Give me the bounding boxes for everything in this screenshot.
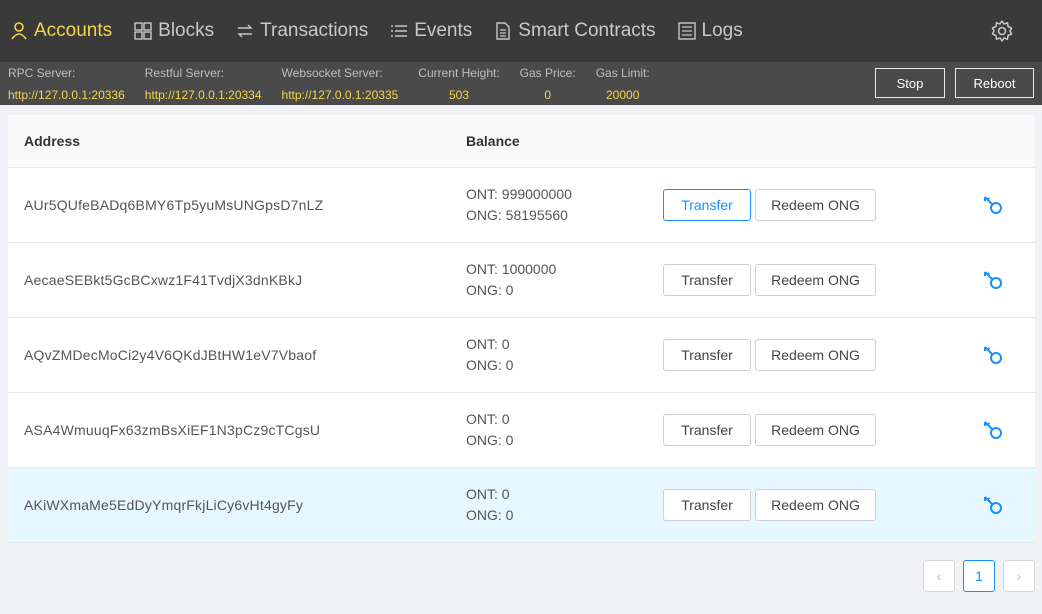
- gas-price-label: Gas Price:: [519, 66, 576, 80]
- websocket-server-label: Websocket Server:: [281, 66, 383, 80]
- transfer-button[interactable]: Transfer: [663, 339, 751, 371]
- websocket-server-value: http://127.0.0.1:20335: [281, 88, 399, 102]
- prev-page-button[interactable]: ‹: [923, 560, 955, 592]
- table-row: AecaeSEBkt5GcBCxwz1F41TvdjX3dnKBkJ ONT: …: [8, 243, 1035, 318]
- chevron-right-icon: ›: [1016, 568, 1022, 584]
- ong-balance: ONG: 0: [466, 507, 514, 523]
- rpc-server-value: http://127.0.0.1:20336: [8, 88, 125, 102]
- account-balance: ONT: 999000000 ONG: 58195560: [466, 184, 663, 226]
- table-row: AUr5QUfeBADq6BMY6Tp5yuMsUNGpsD7nLZ ONT: …: [8, 168, 1035, 243]
- redeem-ong-button[interactable]: Redeem ONG: [755, 339, 876, 371]
- ont-balance: ONT: 0: [466, 336, 510, 352]
- gas-limit-label: Gas Limit:: [595, 66, 650, 80]
- ont-balance: ONT: 1000000: [466, 261, 557, 277]
- gas-limit-value: 20000: [606, 88, 640, 102]
- top-navigation: Accounts Blocks Transactions Events Smar…: [0, 0, 1042, 62]
- nav-blocks[interactable]: Blocks: [134, 0, 226, 62]
- redeem-ong-button[interactable]: Redeem ONG: [755, 264, 876, 296]
- nav-smart-contracts-label: Smart Contracts: [518, 20, 656, 41]
- account-address: AUr5QUfeBADq6BMY6Tp5yuMsUNGpsD7nLZ: [24, 197, 324, 213]
- nav-transactions[interactable]: Transactions: [236, 0, 380, 62]
- transfer-button[interactable]: Transfer: [663, 189, 751, 221]
- account-address: AecaeSEBkt5GcBCxwz1F41TvdjX3dnKBkJ: [24, 272, 303, 288]
- gas-price: Gas Price: 0: [520, 62, 576, 102]
- nav-accounts-label: Accounts: [34, 20, 113, 41]
- account-address: AQvZMDecMoCi2y4V6QKdJBtHW1eV7Vbaof: [24, 347, 317, 363]
- account-balance: ONT: 0 ONG: 0: [466, 334, 663, 376]
- next-page-button[interactable]: ›: [1003, 560, 1035, 592]
- swap-icon: [236, 22, 254, 40]
- ont-balance: ONT: 0: [466, 486, 510, 502]
- account-address: AKiWXmaMe5EdDyYmqrFkjLiCy6vHt4gyFy: [24, 497, 304, 513]
- account-balance: ONT: 0 ONG: 0: [466, 484, 663, 526]
- key-icon[interactable]: [982, 419, 1004, 441]
- table-row: AQvZMDecMoCi2y4V6QKdJBtHW1eV7Vbaof ONT: …: [8, 318, 1035, 393]
- restful-server-value: http://127.0.0.1:20334: [144, 88, 262, 102]
- rpc-server-label: RPC Server:: [8, 66, 76, 80]
- ong-balance: ONG: 0: [466, 282, 514, 298]
- redeem-ong-button[interactable]: Redeem ONG: [755, 489, 876, 521]
- table-row: AKiWXmaMe5EdDyYmqrFkjLiCy6vHt4gyFy ONT: …: [8, 468, 1035, 543]
- ong-balance: ONG: 58195560: [466, 207, 568, 223]
- key-icon[interactable]: [982, 269, 1004, 291]
- transfer-button[interactable]: Transfer: [663, 414, 751, 446]
- chevron-left-icon: ‹: [936, 568, 942, 584]
- column-balance: Balance: [466, 133, 520, 149]
- nav-blocks-label: Blocks: [158, 20, 215, 41]
- nav-logs-label: Logs: [701, 20, 743, 41]
- account-address: ASA4WmuuqFx63zmBsXiEF1N3pCz9cTCgsU: [24, 422, 321, 438]
- nav-transactions-label: Transactions: [260, 20, 369, 41]
- key-icon[interactable]: [982, 494, 1004, 516]
- stop-button[interactable]: Stop: [875, 68, 945, 98]
- pagination: ‹ 1 ›: [915, 560, 1035, 592]
- grid-icon: [134, 22, 152, 40]
- gas-price-value: 0: [544, 88, 552, 102]
- accounts-table: Address Balance AUr5QUfeBADq6BMY6Tp5yuMs…: [8, 115, 1035, 543]
- log-icon: [677, 22, 696, 40]
- nav-events-label: Events: [414, 20, 473, 41]
- table-header: Address Balance: [8, 115, 1035, 168]
- table-row: ASA4WmuuqFx63zmBsXiEF1N3pCz9cTCgsU ONT: …: [8, 393, 1035, 468]
- websocket-server: Websocket Server: http://127.0.0.1:20335: [282, 62, 399, 102]
- current-height: Current Height: 503: [418, 62, 499, 102]
- key-icon[interactable]: [982, 344, 1004, 366]
- redeem-ong-button[interactable]: Redeem ONG: [755, 414, 876, 446]
- ong-balance: ONG: 0: [466, 357, 514, 373]
- user-icon: [10, 22, 28, 40]
- account-balance: ONT: 1000000 ONG: 0: [466, 259, 663, 301]
- rpc-server: RPC Server: http://127.0.0.1:20336: [8, 62, 125, 102]
- transfer-button[interactable]: Transfer: [663, 264, 751, 296]
- redeem-ong-button[interactable]: Redeem ONG: [755, 189, 876, 221]
- restful-server: Restful Server: http://127.0.0.1:20334: [145, 62, 262, 102]
- ont-balance: ONT: 0: [466, 411, 510, 427]
- nav-events[interactable]: Events: [390, 0, 484, 62]
- nav-logs[interactable]: Logs: [677, 0, 755, 62]
- gear-icon[interactable]: [990, 19, 1014, 43]
- account-balance: ONT: 0 ONG: 0: [466, 409, 663, 451]
- ong-balance: ONG: 0: [466, 432, 514, 448]
- current-height-label: Current Height:: [418, 66, 500, 80]
- reboot-button[interactable]: Reboot: [955, 68, 1034, 98]
- current-height-value: 503: [448, 88, 469, 102]
- nav-smart-contracts[interactable]: Smart Contracts: [494, 0, 667, 62]
- ont-balance: ONT: 999000000: [466, 186, 572, 202]
- transfer-button[interactable]: Transfer: [663, 489, 751, 521]
- gas-limit: Gas Limit: 20000: [596, 62, 650, 102]
- server-status-bar: RPC Server: http://127.0.0.1:20336 Restf…: [0, 62, 1042, 105]
- page-number-button[interactable]: 1: [963, 560, 995, 592]
- restful-server-label: Restful Server:: [144, 66, 225, 80]
- nav-accounts[interactable]: Accounts: [10, 0, 124, 62]
- column-address: Address: [24, 133, 81, 149]
- file-icon: [494, 22, 512, 40]
- list-icon: [390, 22, 408, 40]
- key-icon[interactable]: [982, 194, 1004, 216]
